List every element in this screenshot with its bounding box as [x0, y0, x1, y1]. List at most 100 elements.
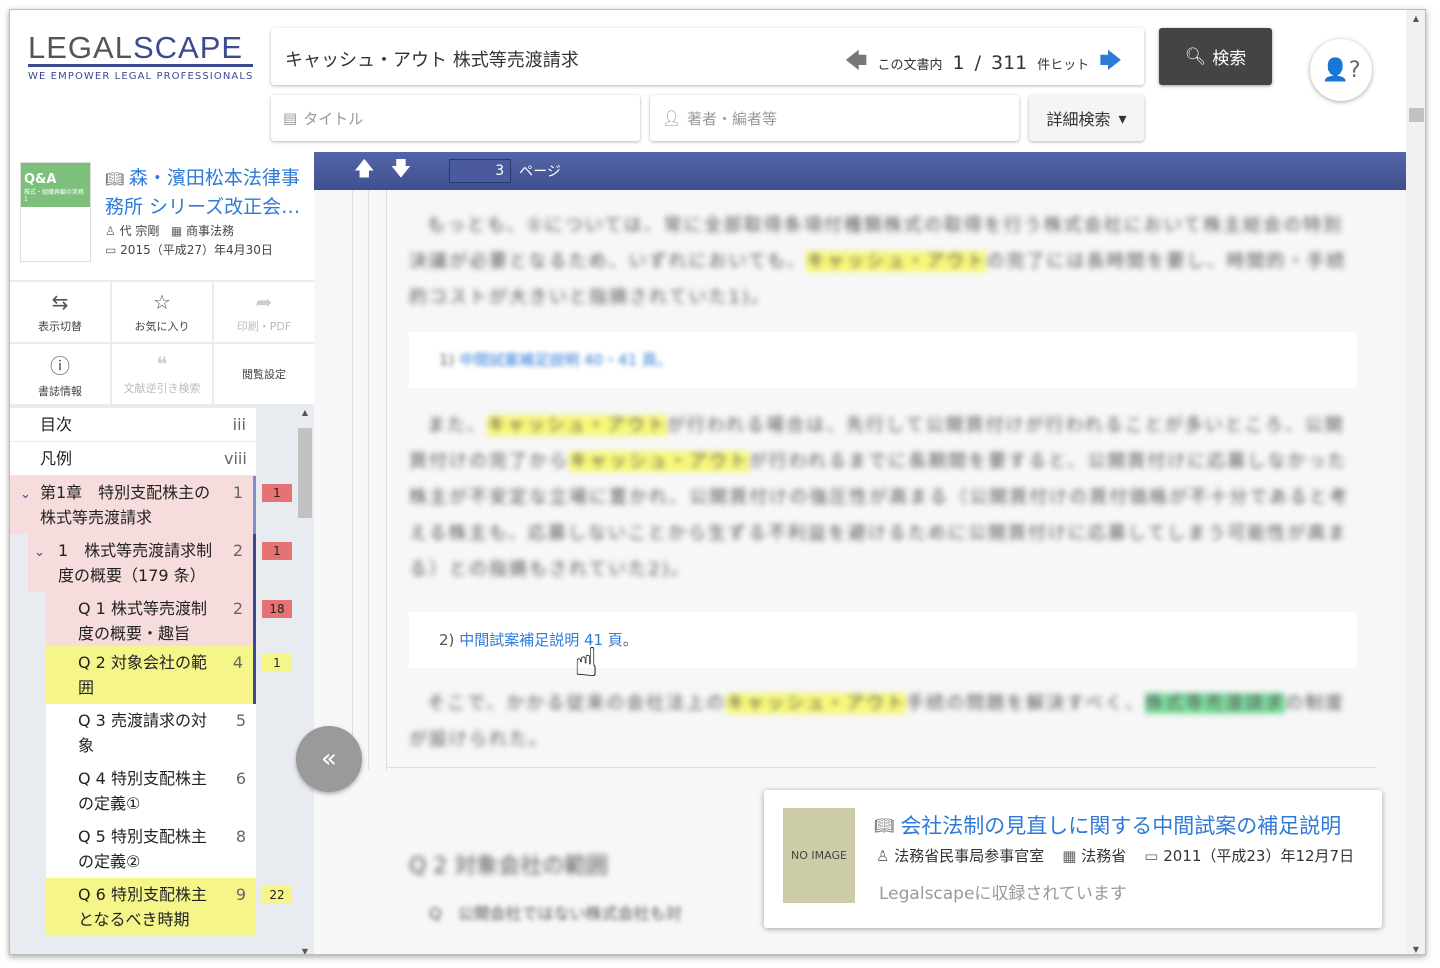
- footnote-1: 1) 中間試案補足説明 40・41 頁。: [409, 332, 1357, 388]
- toc-item-page: 2: [232, 599, 243, 618]
- no-image-placeholder: NO IMAGE: [783, 808, 855, 903]
- reference-note: Legalscapeに収録されています: [879, 884, 1127, 904]
- reference-popup: NO IMAGE 📖︎ 会社法制の見直しに関する中間試案の補足説明 ♙ 法務省民事…: [764, 790, 1382, 928]
- page-down-arrow-icon[interactable]: 🡇: [391, 154, 412, 188]
- advanced-search-button[interactable]: 詳細検索 ▾: [1029, 95, 1144, 141]
- scroll-down-icon[interactable]: ▼: [296, 947, 314, 954]
- action-label: 文献逆引き検索: [123, 382, 201, 395]
- book-icon: ▤: [283, 109, 298, 127]
- reference-author: ♙ 法務省民事局参事官室: [876, 845, 1044, 866]
- hit-count-badge[interactable]: 1: [262, 542, 292, 560]
- toc-item[interactable]: Q 1 株式等売渡制度の概要・趣旨 2: [46, 592, 256, 650]
- hit-suffix: 件ヒット: [1037, 57, 1090, 73]
- app-window: LEGALSCAPE WE EMPOWER LEGAL PROFESSIONAL…: [9, 9, 1426, 955]
- user-help-icon[interactable]: 👤?: [1310, 39, 1372, 101]
- search-box[interactable]: キャッシュ・アウト 株式等売渡請求 🡄 この文書内 1 / 311 件ヒット 🡆: [271, 28, 1144, 85]
- page-number-input[interactable]: 3: [449, 159, 512, 183]
- book-author-publisher: ♙ 代 宗剛 ▦ 商事法務: [105, 222, 234, 239]
- legalscape-logo[interactable]: LEGALSCAPE WE EMPOWER LEGAL PROFESSIONAL…: [28, 32, 258, 82]
- footnote-link[interactable]: 中間試案補足説明 40・41 頁。: [459, 351, 672, 369]
- double-chevron-left-icon: «: [321, 744, 337, 774]
- page-up-arrow-icon[interactable]: 🡅: [354, 154, 375, 188]
- hit-count-badge[interactable]: 18: [262, 600, 292, 618]
- person-icon: 👤︎: [662, 109, 682, 127]
- search-hit-highlight: キャッシュ・アウト: [569, 451, 749, 472]
- search-hit-highlight: キャッシュ・アウト: [806, 251, 987, 272]
- hit-separator: /: [974, 52, 981, 74]
- paragraph: そこで、かかる従来の会社法上のキャッシュ・アウト手続の問題を解決すべく、株式等売…: [409, 686, 1359, 758]
- share-icon: ➦: [255, 290, 273, 314]
- page-scrollbar[interactable]: ▲ ▼: [1406, 10, 1425, 954]
- book-publisher: 商事法務: [186, 224, 235, 238]
- hit-count-badge[interactable]: 1: [262, 484, 292, 502]
- toc-item-page: 5: [235, 711, 246, 730]
- book-author: 代 宗剛: [119, 224, 160, 238]
- toc-item-label: Q 3 売渡請求の対象: [78, 711, 207, 755]
- toc-item-label: Q 5 特別支配株主の定義②: [78, 827, 207, 871]
- page-label: ページ: [519, 164, 561, 180]
- hit-count-badge[interactable]: 1: [262, 654, 292, 672]
- toc-item-label: Q 4 特別支配株主の定義①: [78, 769, 207, 813]
- logo-tagline: WE EMPOWER LEGAL PROFESSIONALS: [28, 71, 254, 82]
- search-input[interactable]: キャッシュ・アウト 株式等売渡請求: [285, 46, 579, 72]
- toc-item[interactable]: Q 6 特別支配株主となるべき時期 9: [46, 878, 256, 936]
- toc-item[interactable]: ⌄ 第1章 特別支配株主の株式等売渡請求 1: [10, 476, 256, 534]
- publisher-text: 法務省: [1081, 847, 1127, 865]
- toc-item-label: 第1章 特別支配株主の株式等売渡請求: [40, 483, 211, 527]
- toc-scroll-thumb[interactable]: [298, 428, 312, 518]
- author-icon: ♙: [105, 224, 116, 238]
- book-open-icon: 📖︎: [105, 170, 129, 188]
- favorite-button[interactable]: ☆ お気に入り: [112, 282, 212, 342]
- previous-hit-arrow-icon[interactable]: 🡄: [845, 44, 868, 82]
- next-hit-arrow-icon[interactable]: 🡆: [1099, 44, 1122, 82]
- table-of-contents: 目次 iii 凡例 viii ⌄ 第1章 特別支配株主の株式等売渡請求 1 1 ⌄ 1 株式等売渡…: [10, 408, 314, 954]
- footnote-number: 1): [439, 351, 455, 369]
- chevron-down-icon[interactable]: ⌄: [34, 540, 45, 565]
- page-toolbar: 🡅 🡇 3 ページ: [314, 152, 1406, 190]
- footnote-2: 2) 中間試案補足説明 41 頁。: [409, 612, 1357, 668]
- hit-count-badge[interactable]: 22: [262, 886, 292, 904]
- search-button[interactable]: 🔍︎ 検索: [1159, 28, 1272, 85]
- page-scroll-thumb[interactable]: [1409, 108, 1424, 122]
- book-actions: ⇆ 表示切替 ☆ お気に入り ➦ 印刷・PDF ⓘ 書誌情報 ❝ 文献逆引き検索 閲覧設定: [10, 282, 314, 404]
- display-toggle-button[interactable]: ⇆ 表示切替: [10, 282, 110, 342]
- action-label: 印刷・PDF: [236, 320, 292, 333]
- collapse-sidebar-button[interactable]: «: [296, 726, 362, 792]
- scroll-up-icon[interactable]: ▲: [296, 408, 314, 417]
- building-icon: ▦: [1062, 847, 1077, 865]
- hit-prefix: この文書内: [877, 57, 943, 73]
- toc-item[interactable]: ⌄ 1 株式等売渡請求制度の概要（179 条） 2: [28, 534, 256, 592]
- author-input[interactable]: 👤︎ 著者・編者等: [650, 95, 1019, 141]
- toc-item[interactable]: Q 5 特別支配株主の定義② 8: [46, 820, 256, 878]
- view-settings-button[interactable]: 閲覧設定: [214, 344, 314, 404]
- book-date-row: ▭ 2015（平成27）年4月30日: [105, 241, 273, 258]
- scroll-up-icon[interactable]: ▲: [1406, 14, 1425, 23]
- toc-item[interactable]: 目次 iii: [10, 408, 256, 441]
- print-pdf-button[interactable]: ➦ 印刷・PDF: [214, 282, 314, 342]
- book-title-text: 森・濱田松本法律事務所 シリーズ改正会…: [105, 167, 301, 218]
- toc-item-label: Q 6 特別支配株主となるべき時期: [78, 885, 207, 929]
- title-input[interactable]: ▤ タイトル: [271, 95, 640, 141]
- toc-item-page: 2: [232, 541, 243, 560]
- reverse-citation-button[interactable]: ❝ 文献逆引き検索: [112, 344, 212, 404]
- reference-title[interactable]: 📖︎ 会社法制の見直しに関する中間試案の補足説明: [874, 810, 1341, 840]
- toc-item[interactable]: Q 2 対象会社の範囲 4: [46, 646, 256, 704]
- reference-publisher: ▦ 法務省: [1062, 845, 1126, 866]
- bibliography-button[interactable]: ⓘ 書誌情報: [10, 344, 110, 404]
- caret-down-icon: ▾: [1118, 108, 1127, 128]
- paragraph: もっとも、①については、常に全部取得条項付種類株式の取得を行う株式会社において株…: [409, 208, 1359, 316]
- toc-item[interactable]: Q 3 売渡請求の対象 5: [46, 704, 256, 762]
- reference-date: ▭ 2011（平成23）年12月7日: [1144, 845, 1354, 866]
- book-date: 2015（平成27）年4月30日: [120, 243, 273, 257]
- scroll-down-icon[interactable]: ▼: [1406, 945, 1425, 954]
- toc-item-label: 1 株式等売渡請求制度の概要（179 条）: [58, 541, 213, 585]
- cover-subtitle: 株式・組織再編の実務1: [24, 189, 85, 203]
- toc-item[interactable]: 凡例 viii: [10, 442, 256, 475]
- toc-item-page: 9: [235, 885, 246, 904]
- book-title[interactable]: 📖︎ 森・濱田松本法律事務所 シリーズ改正会…: [105, 164, 305, 221]
- chevron-down-icon[interactable]: ⌄: [20, 482, 31, 507]
- book-cover[interactable]: Q&A 株式・組織再編の実務1: [20, 162, 91, 262]
- margin-line: [386, 190, 387, 770]
- toc-item[interactable]: Q 4 特別支配株主の定義① 6: [46, 762, 256, 820]
- author-icon: ♙: [876, 847, 890, 865]
